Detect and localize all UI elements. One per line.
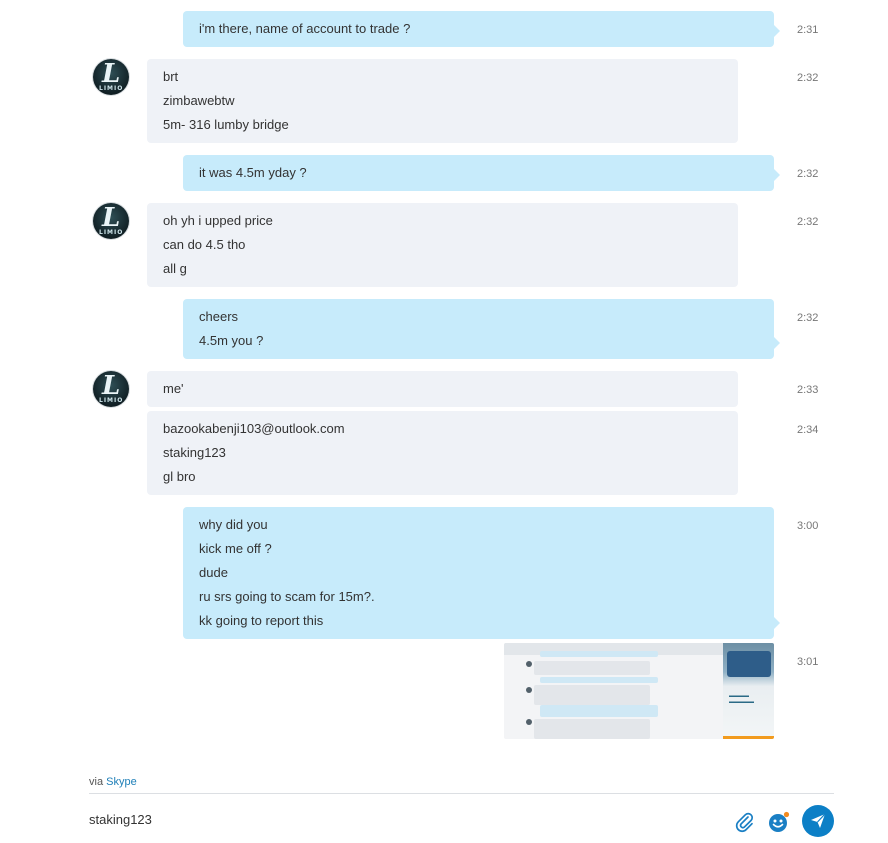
message-line: cheers: [199, 309, 239, 324]
avatar-letter: L: [102, 203, 121, 233]
email-link[interactable]: bazookabenji103@outlook.com: [163, 417, 722, 441]
avatar-wordmark: LIMIO: [99, 397, 124, 404]
message-input[interactable]: staking123: [89, 812, 152, 827]
send-button[interactable]: [802, 805, 834, 837]
message-line: staking123: [163, 445, 226, 460]
message-line: kick me off ?: [199, 541, 272, 556]
incoming-message[interactable]: brt zimbawebtw 5m- 316 lumby bridge: [147, 59, 738, 143]
message-line: i'm there, name of account to trade ?: [199, 21, 411, 36]
message-line: 5m- 316 lumby bridge: [163, 117, 289, 132]
message-line: ru srs going to scam for 15m?.: [199, 589, 375, 604]
message-line: gl bro: [163, 469, 196, 484]
message-line: oh yh i upped price: [163, 213, 273, 228]
message-line: zimbawebtw: [163, 93, 235, 108]
contact-avatar[interactable]: L LIMIO: [93, 59, 129, 95]
message-line: kk going to report this: [199, 613, 324, 628]
incoming-message[interactable]: me': [147, 371, 738, 407]
message-timestamp: 3:00: [797, 520, 819, 532]
message-timestamp: 2:31: [797, 24, 819, 36]
via-label: via Skype: [89, 776, 137, 788]
message-timestamp: 3:01: [797, 656, 819, 668]
contact-avatar[interactable]: L LIMIO: [93, 371, 129, 407]
paperclip-icon[interactable]: [733, 811, 755, 833]
message-line: dude: [199, 565, 228, 580]
composer-divider: [89, 793, 834, 794]
avatar-letter: L: [102, 371, 121, 401]
outgoing-message[interactable]: it was 4.5m yday ?: [183, 155, 780, 191]
message-line: brt: [163, 69, 179, 84]
avatar-letter: L: [102, 59, 121, 89]
via-prefix: via: [89, 776, 104, 788]
photo-preview: ▬▬▬▬ ▬▬▬▬▬: [723, 643, 774, 739]
message-line: 4.5m you ?: [199, 333, 264, 348]
message-timestamp: 2:32: [797, 168, 819, 180]
message-timestamp: 2:34: [797, 424, 819, 436]
image-attachment-thumbnail[interactable]: ▬▬▬▬ ▬▬▬▬▬: [504, 643, 774, 739]
message-timestamp: 2:33: [797, 384, 819, 396]
incoming-message[interactable]: oh yh i upped price can do 4.5 tho all g: [147, 203, 738, 287]
message-line: why did you: [199, 517, 268, 532]
message-line: all g: [163, 261, 187, 276]
message-line: me': [163, 381, 184, 396]
outgoing-message[interactable]: why did you kick me off ? dude ru srs go…: [183, 507, 780, 639]
message-line: can do 4.5 tho: [163, 237, 246, 252]
message-timestamp: 2:32: [797, 312, 819, 324]
message-timestamp: 2:32: [797, 72, 819, 84]
contact-avatar[interactable]: L LIMIO: [93, 203, 129, 239]
chat-window: i'm there, name of account to trade ? 2:…: [0, 0, 888, 843]
message-line: it was 4.5m yday ?: [199, 165, 307, 180]
avatar-wordmark: LIMIO: [99, 85, 124, 92]
via-service-link[interactable]: Skype: [106, 776, 137, 788]
emoji-icon[interactable]: [767, 810, 791, 834]
avatar-wordmark: LIMIO: [99, 229, 124, 236]
incoming-message[interactable]: bazookabenji103@outlook.com staking123 g…: [147, 411, 738, 495]
message-timestamp: 2:32: [797, 216, 819, 228]
send-icon: [811, 813, 826, 828]
outgoing-message[interactable]: i'm there, name of account to trade ?: [183, 11, 780, 47]
outgoing-message[interactable]: cheers 4.5m you ?: [183, 299, 780, 359]
